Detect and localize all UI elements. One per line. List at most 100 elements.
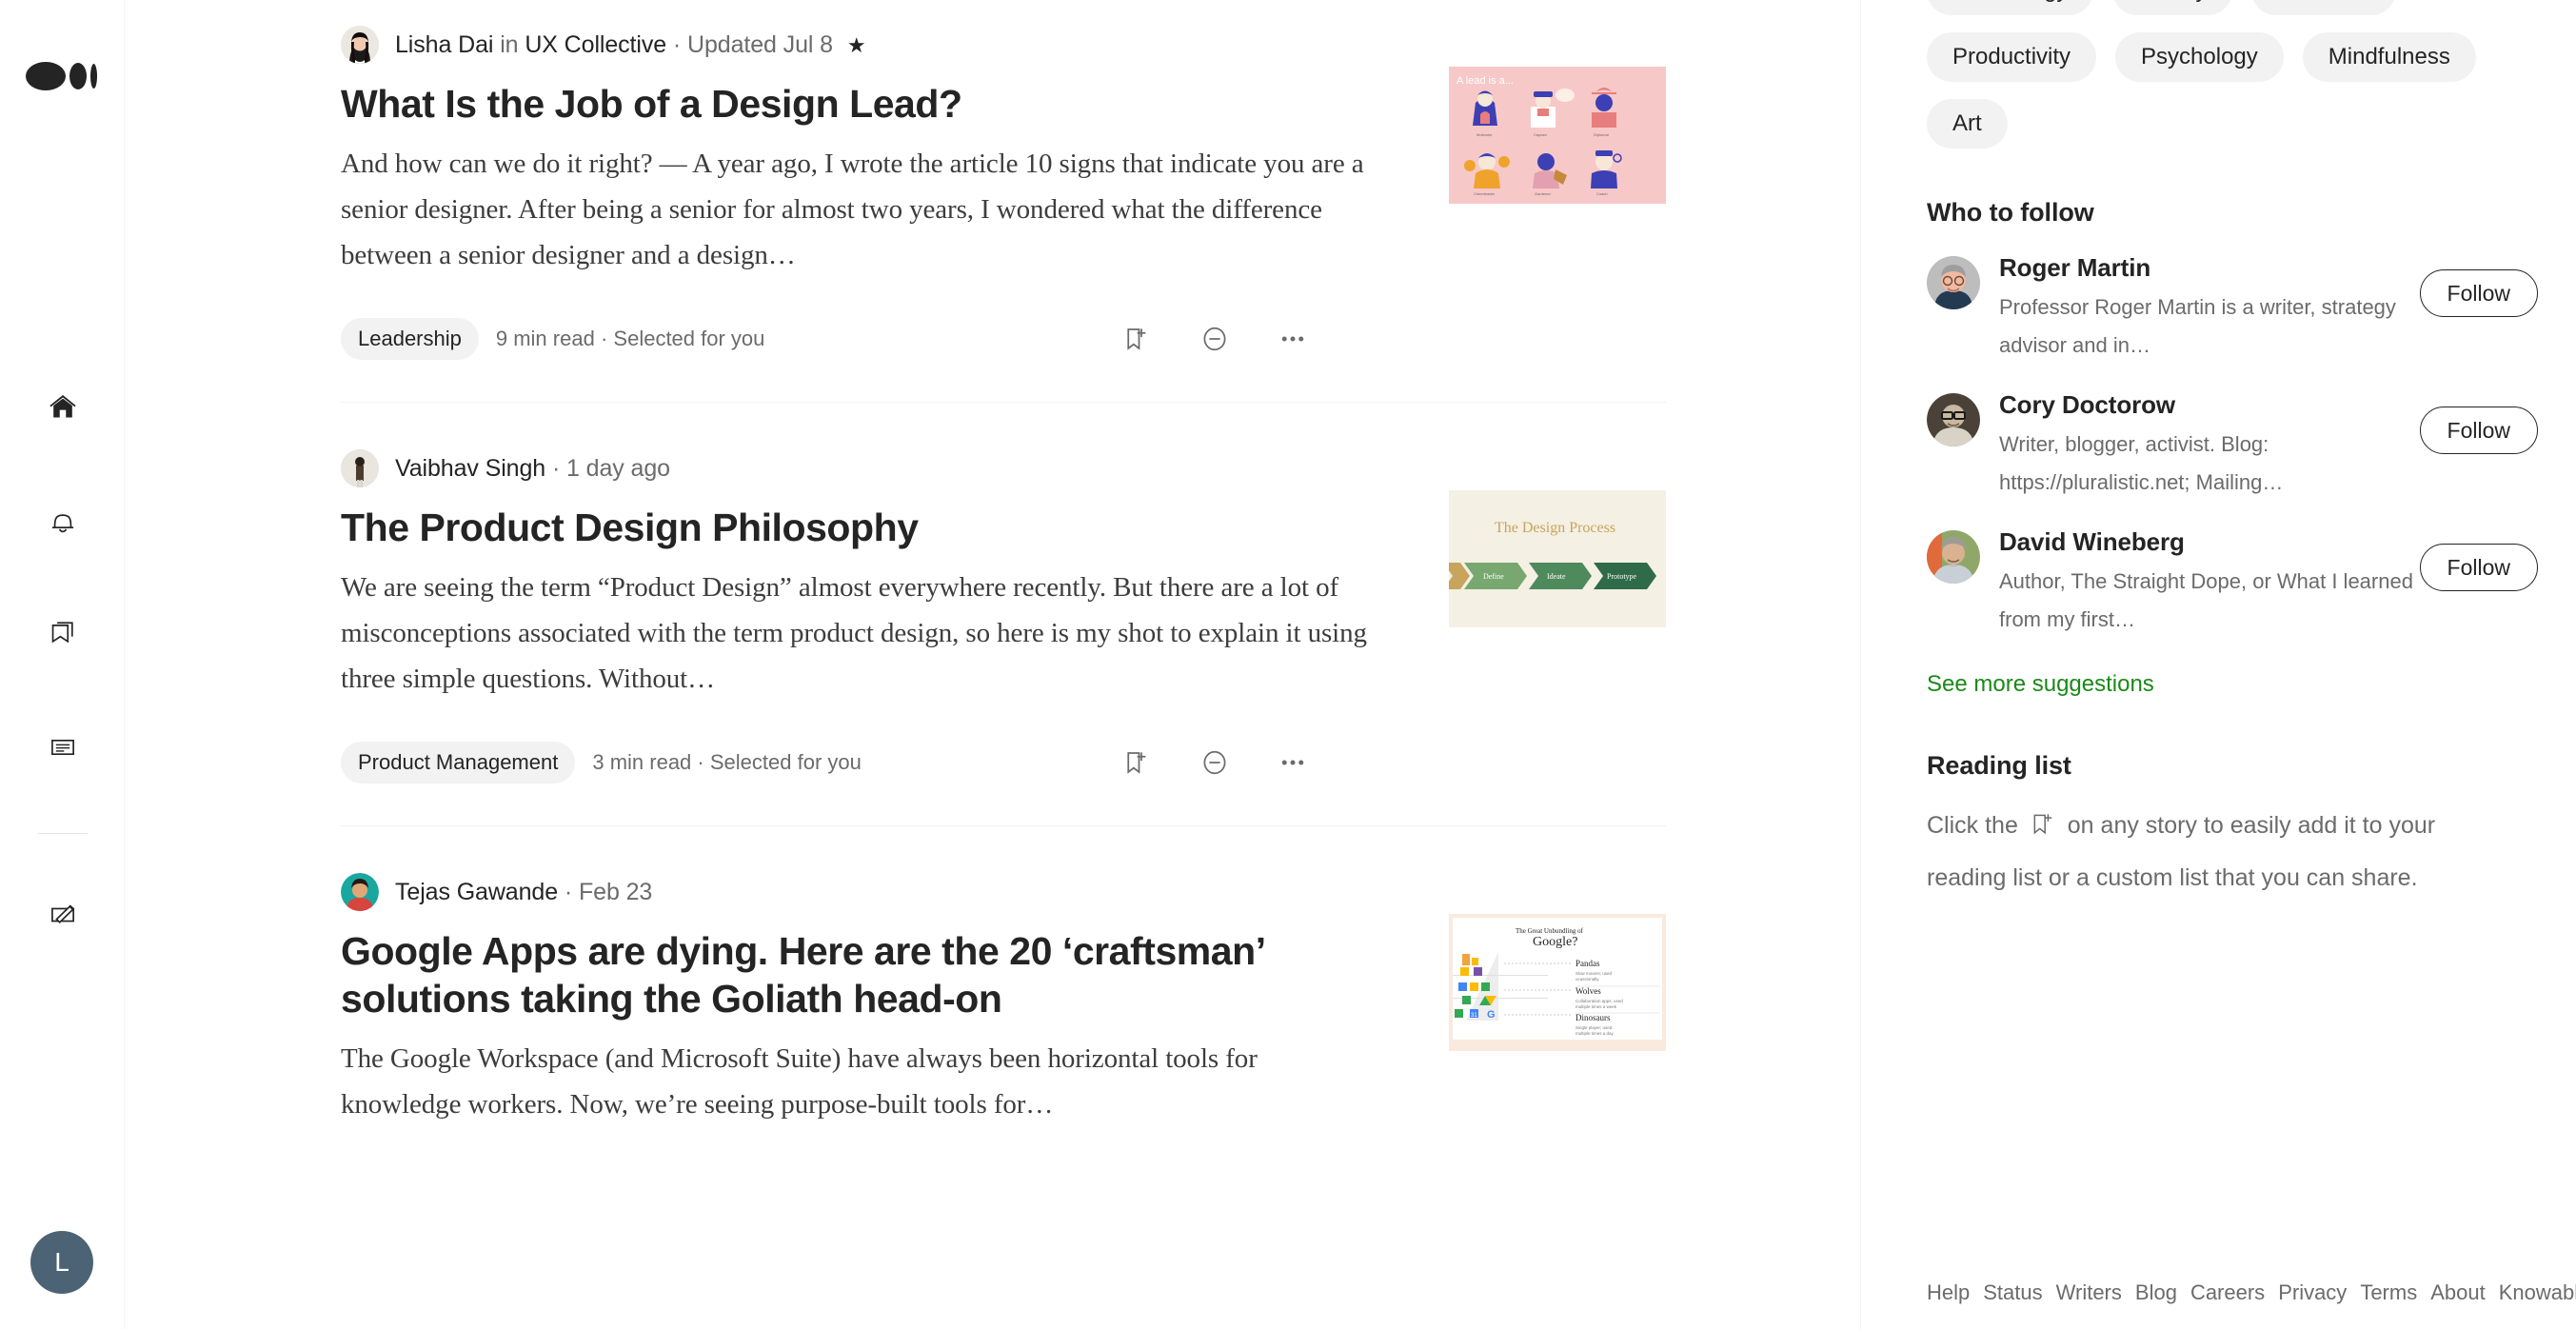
footer-link-blog[interactable]: Blog (2135, 1280, 2177, 1304)
topic-tag-business[interactable]: Business (2251, 0, 2396, 15)
meta-separator: · (697, 750, 704, 774)
rail-divider (38, 833, 88, 834)
topic-tag-psychology[interactable]: Psychology (2115, 32, 2284, 82)
footer-link-privacy[interactable]: Privacy (2278, 1280, 2347, 1304)
follow-avatar[interactable] (1927, 393, 1980, 446)
sidebar-item-write[interactable] (36, 888, 89, 942)
follow-avatar[interactable] (1927, 256, 1980, 309)
bookmark-plus-icon[interactable] (1120, 746, 1153, 779)
byline-separator: · (672, 30, 682, 58)
read-time: 3 min read (592, 750, 692, 774)
footer-link-status[interactable]: Status (1983, 1280, 2042, 1304)
byline-author[interactable]: Vaibhav Singh (395, 455, 545, 482)
svg-text:multiple times a week: multiple times a week (1575, 1004, 1617, 1009)
byline-publication[interactable]: UX Collective (525, 31, 666, 58)
footer-link-about[interactable]: About (2430, 1280, 2486, 1304)
sidebar-item-stories[interactable] (36, 721, 89, 774)
follow-name[interactable]: Roger Martin (1999, 252, 2420, 283)
more-options-icon[interactable] (1277, 323, 1309, 355)
story-excerpt[interactable]: We are seeing the term “Product Design” … (341, 565, 1383, 702)
story-thumbnail[interactable]: The Great Unbundling of Google? 31 G Pan… (1449, 914, 1666, 1051)
footer-link-terms[interactable]: Terms (2360, 1280, 2417, 1304)
byline-author[interactable]: Lisha Dai (395, 31, 493, 58)
follow-suggestion-row: David Wineberg Author, The Straight Dope… (1927, 526, 2538, 639)
svg-text:Wolves: Wolves (1575, 986, 1601, 996)
bookmark-icon (51, 622, 73, 644)
story-byline: Lisha Dai in UX Collective · Updated Jul… (341, 25, 1383, 65)
author-avatar[interactable] (341, 449, 379, 487)
topic-tag-art[interactable]: Art (1927, 99, 2008, 149)
svg-text:31: 31 (1471, 1013, 1477, 1019)
medium-feed-page: L Lisha Dai in UX Collective · Updated J… (0, 0, 2576, 1329)
story-meta: 9 min read · Selected for you (496, 327, 765, 351)
footer-link-writers[interactable]: Writers (2056, 1280, 2122, 1304)
author-avatar[interactable] (341, 873, 379, 911)
byline-in-word: in (500, 30, 519, 58)
follow-suggestion-row: Roger Martin Professor Roger Martin is a… (1927, 252, 2538, 365)
design-lead-illustration: A lead is a... Motivator Captain Diploma… (1449, 67, 1666, 204)
byline-author[interactable]: Tejas Gawande (395, 879, 558, 905)
story-title[interactable]: Google Apps are dying. Here are the 20 ‘… (341, 927, 1383, 1022)
medium-logo[interactable] (26, 55, 98, 98)
thumb-caption-small: The Great Unbundling of (1516, 927, 1584, 935)
topic-chip[interactable]: Leadership (341, 318, 479, 360)
svg-text:Slow movers; used: Slow movers; used (1575, 971, 1613, 976)
recommended-topics: Technology Money Business Productivity P… (1927, 0, 2498, 149)
follow-button[interactable]: Follow (2419, 407, 2538, 454)
thumb-caption-large: Google? (1533, 935, 1577, 949)
footer-link-help[interactable]: Help (1927, 1280, 1970, 1304)
more-options-icon[interactable] (1277, 746, 1309, 779)
who-to-follow-heading: Who to follow (1927, 198, 2094, 227)
byline-separator: · (551, 455, 561, 482)
topic-tag-mindfulness[interactable]: Mindfulness (2302, 32, 2476, 82)
see-more-suggestions-link[interactable]: See more suggestions (1927, 671, 2154, 698)
svg-text:Gardener: Gardener (1535, 191, 1552, 196)
story-thumbnail[interactable]: The Design Process Define Ideate Prototy… (1449, 490, 1666, 627)
follow-button[interactable]: Follow (2419, 269, 2538, 317)
show-less-icon[interactable] (1199, 746, 1231, 779)
story-thumbnail[interactable]: A lead is a... Motivator Captain Diploma… (1449, 67, 1666, 204)
show-less-icon[interactable] (1199, 323, 1231, 355)
member-star-icon: ★ (846, 32, 866, 57)
design-process-diagram: The Design Process Define Ideate Prototy… (1449, 490, 1666, 627)
story-title[interactable]: What Is the Job of a Design Lead? (341, 80, 1383, 128)
reading-list-heading: Reading list (1927, 751, 2071, 780)
follow-avatar[interactable] (1927, 530, 1980, 584)
home-icon (50, 395, 76, 418)
svg-text:Coach: Coach (1596, 191, 1608, 196)
selection-reason: Selected for you (709, 750, 862, 774)
bookmark-plus-icon[interactable] (1120, 323, 1153, 355)
topic-tag-technology[interactable]: Technology (1927, 0, 2094, 15)
sidebar-item-notifications[interactable] (36, 494, 89, 547)
site-footer-links: Help Status Writers Blog Careers Privacy Terms… (1927, 1276, 2576, 1310)
story-excerpt[interactable]: And how can we do it right? — A year ago… (341, 141, 1383, 278)
svg-text:Prototype: Prototype (1607, 572, 1637, 581)
thumb-caption: A lead is a... (1456, 75, 1514, 87)
footer-link-knowable[interactable]: Knowable (2499, 1280, 2576, 1304)
sidebar-item-home[interactable] (36, 381, 89, 434)
avatar[interactable]: L (30, 1231, 93, 1294)
story-title[interactable]: The Product Design Philosophy (341, 504, 1383, 551)
follow-name[interactable]: Cory Doctorow (1999, 389, 2420, 420)
topic-tag-money[interactable]: Money (2112, 0, 2233, 15)
follow-name[interactable]: David Wineberg (1999, 526, 2420, 557)
footer-link-careers[interactable]: Careers (2190, 1280, 2265, 1304)
sidebar-item-lists[interactable] (36, 607, 89, 661)
follow-button[interactable]: Follow (2419, 544, 2538, 591)
selection-reason: Selected for you (613, 327, 765, 350)
story-card[interactable]: Lisha Dai in UX Collective · Updated Jul… (341, 25, 1666, 403)
story-footer: Product Management 3 min read · Selected… (341, 742, 1666, 784)
follow-bio: Professor Roger Martin is a writer, stra… (1999, 295, 2396, 357)
story-card[interactable]: Vaibhav Singh · 1 day ago The Product De… (341, 448, 1666, 826)
story-excerpt[interactable]: The Google Workspace (and Microsoft Suit… (341, 1036, 1383, 1127)
story-card[interactable]: Tejas Gawande · Feb 23 Google Apps are d… (341, 872, 1666, 1127)
byline-text: Lisha Dai in UX Collective · Updated Jul… (395, 30, 866, 61)
byline-date: Updated Jul 8 (687, 30, 833, 58)
svg-text:Ideate: Ideate (1547, 572, 1566, 581)
topic-tag-productivity[interactable]: Productivity (1927, 32, 2097, 82)
author-avatar[interactable] (341, 26, 379, 64)
topic-chip[interactable]: Product Management (341, 742, 576, 784)
feed-column: Lisha Dai in UX Collective · Updated Jul… (125, 0, 1861, 1329)
byline-text: Tejas Gawande · Feb 23 (395, 877, 652, 907)
svg-text:Diplomat: Diplomat (1594, 132, 1610, 137)
